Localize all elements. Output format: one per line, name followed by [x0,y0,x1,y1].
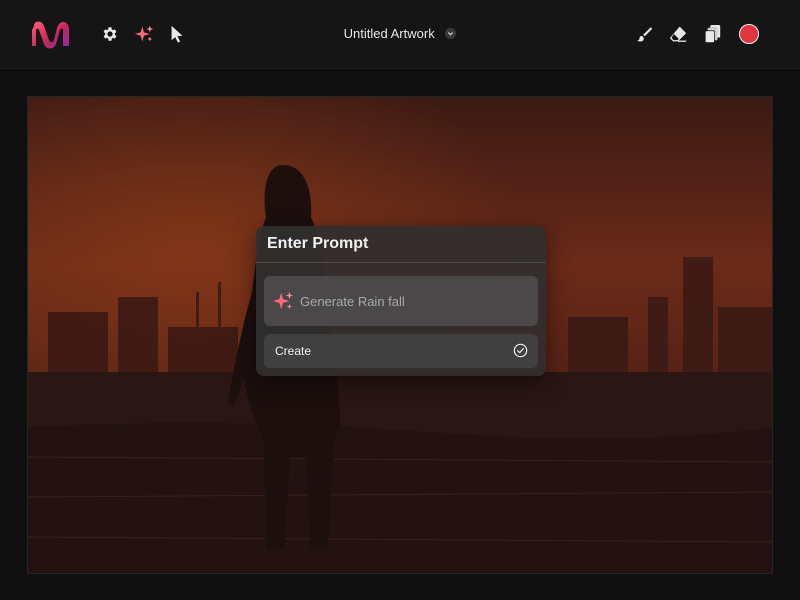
dialog-divider [256,262,546,263]
brush-icon[interactable] [634,24,654,44]
check-circle-icon [513,343,528,358]
create-button[interactable]: Create [264,334,538,368]
layers-icon[interactable] [703,24,723,44]
prompt-dialog: Enter Prompt Create [256,226,546,376]
artwork-title: Untitled Artwork [343,26,435,42]
create-button-label: Create [275,344,312,358]
top-toolbar: Untitled Artwork [0,0,800,69]
prompt-input[interactable] [300,276,530,326]
sparkles-icon [272,290,294,312]
record-icon[interactable] [739,24,759,44]
prompt-field[interactable] [264,276,538,326]
chevron-down-icon [445,28,457,40]
dialog-title: Enter Prompt [267,235,369,252]
eraser-icon[interactable] [668,24,688,44]
